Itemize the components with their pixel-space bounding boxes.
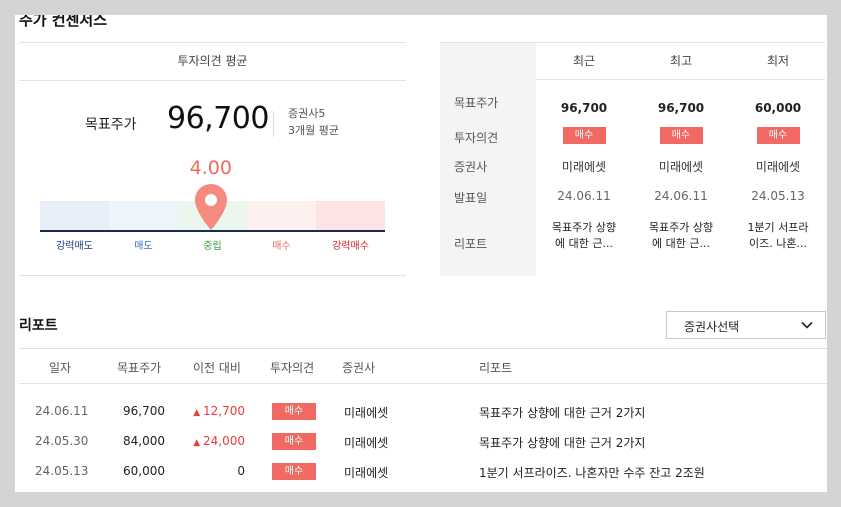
triangle-up-icon: ▲: [193, 408, 203, 418]
change-value: 12,700: [203, 404, 245, 418]
target-price-value: 96,700: [167, 101, 269, 136]
row-date: 24.05.30: [35, 434, 89, 448]
opinion-badge: 매수: [272, 463, 316, 480]
gauge-segment-buy: [247, 201, 316, 230]
summary-price: 96,700: [560, 101, 608, 115]
header-report: 리포트: [479, 361, 513, 375]
summary-report-link[interactable]: 1분기 서프라 이즈. 나혼...: [730, 220, 826, 252]
row-target-price: 84,000: [123, 434, 165, 448]
opinion-badge: 매수: [659, 127, 703, 144]
broker-select-value: 증권사선택: [684, 320, 740, 334]
summary-broker: 미래에셋: [755, 160, 801, 174]
target-price-label: 목표주가: [85, 117, 137, 133]
opinion-badge: 매수: [272, 403, 316, 420]
triangle-up-icon: ▲: [193, 438, 203, 448]
summary-opinion: 매수: [633, 127, 729, 144]
row-label-report: 리포트: [454, 237, 488, 251]
map-pin-icon: [194, 184, 227, 230]
report-line: 에 대한 근...: [652, 237, 710, 250]
summary-price: 60,000: [754, 101, 802, 115]
table-row: 24.05.30 84,000 ▲ 24,000 매수 미래에셋 목표주가 상향…: [19, 427, 827, 457]
summary-report-link[interactable]: 목표주가 상향 에 대한 근...: [536, 220, 632, 252]
report-line: 에 대한 근...: [555, 237, 613, 250]
row-label-broker: 증권사: [454, 160, 488, 174]
report-link[interactable]: 1분기 서프라이즈. 나혼자만 수주 잔고 2조원: [479, 464, 705, 481]
header-broker: 증권사: [342, 361, 376, 375]
row-label-target-price: 목표주가: [454, 96, 499, 110]
opinion-badge: 매수: [272, 433, 316, 450]
row-target-price: 96,700: [123, 404, 165, 418]
gauge-label-strong-sell: 강력매도: [56, 241, 93, 252]
change-value: 0: [237, 464, 245, 478]
average-period: 3개월 평균: [288, 124, 339, 137]
summary-date: 24.06.11: [654, 189, 708, 203]
gauge-label-neutral: 중립: [203, 241, 222, 252]
gauge-label-strong-buy: 강력매수: [332, 241, 369, 252]
table-row: 24.06.11 96,700 ▲ 12,700 매수 미래에셋 목표주가 상향…: [19, 397, 827, 427]
column-header-high: 최고: [669, 54, 693, 68]
report-line: 1분기 서프라: [747, 221, 809, 234]
summary-broker: 미래에셋: [658, 160, 704, 174]
row-change: ▲ 24,000: [179, 434, 245, 448]
row-target-price: 60,000: [123, 464, 165, 478]
consensus-summary-table: 최근 최고 최저 목표주가 투자의견 증권사 발표일 리포트 96,700 매수…: [440, 42, 825, 276]
summary-price: 96,700: [657, 101, 705, 115]
page-title: 주가 컨센서스: [19, 15, 108, 29]
row-opinion: 매수: [272, 433, 316, 450]
consensus-card: 주가 컨센서스 투자의견 평균 목표주가 96,700 증권사5 3개월 평균 …: [15, 15, 827, 492]
gauge-segment-strong-sell: [40, 201, 109, 230]
row-date: 24.06.11: [35, 404, 89, 418]
column-header-recent: 최근: [572, 54, 596, 68]
reports-title: 리포트: [19, 318, 58, 334]
table-row: 24.05.13 60,000 0 매수 미래에셋 1분기 서프라이즈. 나혼자…: [19, 457, 827, 487]
report-line: 이즈. 나혼...: [749, 237, 807, 250]
gauge-label-sell: 매도: [134, 241, 153, 252]
row-change: ▲ 12,700: [179, 404, 245, 418]
change-value: 24,000: [203, 434, 245, 448]
report-link[interactable]: 목표주가 상향에 대한 근거 2가지: [479, 404, 645, 421]
target-price-meta: 증권사5 3개월 평균: [288, 105, 339, 139]
summary-broker: 미래에셋: [561, 160, 607, 174]
summary-date: 24.05.13: [751, 189, 805, 203]
header-date: 일자: [49, 361, 72, 375]
divider: [273, 111, 274, 137]
gauge-labels: 강력매도 매도 중립 매수 강력매수: [40, 237, 385, 252]
column-header-low: 최저: [766, 54, 790, 68]
gauge-segment-sell: [109, 201, 178, 230]
gauge-segment-strong-buy: [316, 201, 385, 230]
row-opinion: 매수: [272, 463, 316, 480]
report-link[interactable]: 목표주가 상향에 대한 근거 2가지: [479, 434, 645, 451]
row-broker: 미래에셋: [344, 406, 389, 420]
chevron-down-icon: [801, 321, 813, 329]
divider: [536, 79, 825, 80]
broker-count: 증권사5: [288, 107, 326, 120]
summary-date: 24.06.11: [557, 189, 611, 203]
gauge-score: 4.00: [189, 157, 232, 179]
summary-report-link[interactable]: 목표주가 상향 에 대한 근...: [633, 220, 729, 252]
opinion-average-header: 투자의견 평균: [19, 42, 406, 81]
row-date: 24.05.13: [35, 464, 89, 478]
summary-opinion: 매수: [730, 127, 826, 144]
row-label-opinion: 투자의견: [454, 131, 499, 145]
row-broker: 미래에셋: [344, 436, 389, 450]
report-line: 목표주가 상향: [648, 221, 714, 234]
row-broker: 미래에셋: [344, 466, 389, 480]
header-change: 이전 대비: [193, 361, 241, 375]
header-opinion: 투자의견: [270, 361, 315, 375]
row-label-date: 발표일: [454, 191, 488, 205]
divider: [19, 275, 406, 276]
broker-select[interactable]: 증권사선택: [666, 311, 826, 339]
gauge-label-buy: 매수: [272, 241, 291, 252]
report-line: 목표주가 상향: [551, 221, 617, 234]
row-opinion: 매수: [272, 403, 316, 420]
opinion-badge: 매수: [562, 127, 606, 144]
summary-opinion: 매수: [536, 127, 632, 144]
reports-table-header: 일자 목표주가 이전 대비 투자의견 증권사 리포트: [19, 348, 827, 384]
header-target-price: 목표주가: [117, 361, 162, 375]
row-change: 0: [179, 464, 245, 478]
opinion-badge: 매수: [756, 127, 800, 144]
